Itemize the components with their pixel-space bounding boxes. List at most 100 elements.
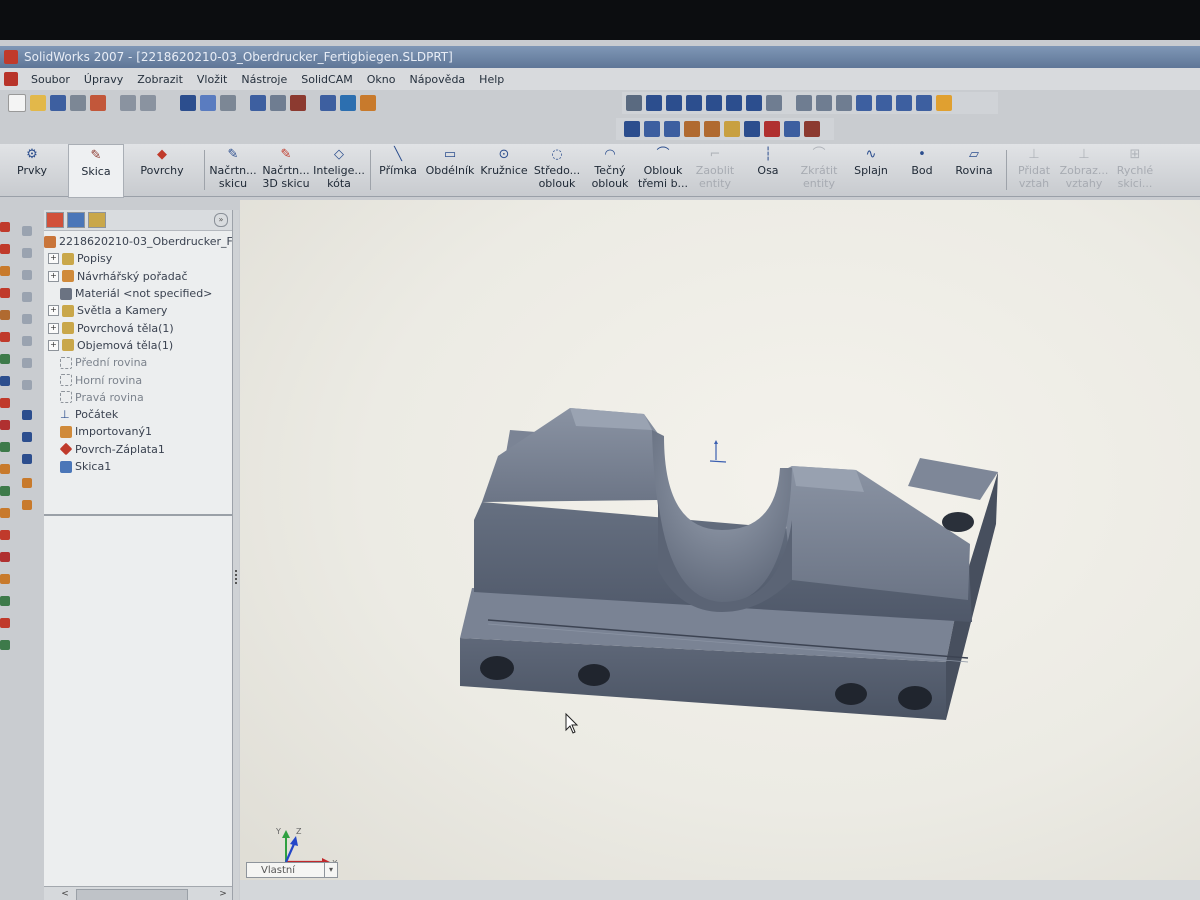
configuration-manager-tab-icon[interactable] [88,212,106,228]
rebuild-icon[interactable] [200,95,216,111]
shell-icon[interactable] [0,376,10,386]
print-icon[interactable] [70,95,86,111]
tree-root[interactable]: 2218620210-03_Oberdrucker_Fertigbiegen [44,233,232,250]
model-viewport[interactable]: X Y Z [240,200,1200,900]
feature-tree-tab-icon[interactable] [46,212,64,228]
wrap-icon[interactable] [0,530,10,540]
menu-insert[interactable]: Vložit [190,73,234,86]
line-side-icon[interactable] [22,292,32,302]
extrude-icon[interactable] [0,222,10,232]
shadows-icon[interactable] [896,95,912,111]
machined-part[interactable] [460,408,998,720]
sketch-check-icon[interactable] [704,121,720,137]
combine-icon[interactable] [0,596,10,606]
move-body-icon[interactable] [0,574,10,584]
expand-toggle[interactable]: + [48,305,59,317]
wireframe-icon[interactable] [796,95,812,111]
panel-splitter[interactable] [233,210,239,900]
standard-views-icon[interactable] [766,95,782,111]
add-relation-button[interactable]: ⊥ Přidat vztah [1010,148,1058,191]
scale-icon[interactable] [0,640,10,650]
help-icon[interactable] [340,95,356,111]
tree-item-solid-bodies[interactable]: + Objemová těla(1) [44,337,232,354]
select-arrow-icon[interactable] [180,95,196,111]
shaded-edges-icon[interactable] [856,95,872,111]
scroll-thumb[interactable] [76,889,188,900]
mirror-icon[interactable] [0,486,10,496]
undo-icon[interactable] [120,95,136,111]
plane-button[interactable]: ▱ Rovina [948,148,1000,178]
sketch-entity-icon[interactable] [644,121,660,137]
zoom-in-out-icon[interactable] [686,95,702,111]
tree-item-lights-cameras[interactable]: + Světla a Kamery [44,302,232,319]
point-button[interactable]: • Bod [902,148,942,178]
redo-icon[interactable] [140,95,156,111]
collapse-panel-icon[interactable]: » [214,213,228,227]
chevron-down-icon[interactable]: ▾ [324,863,337,877]
shaded-icon[interactable] [876,95,892,111]
smart-dimension-button[interactable]: ◇ Intelige... kóta [312,148,366,191]
sketch-trim-icon[interactable] [764,121,780,137]
new-document-icon[interactable] [8,94,26,112]
feature-manager-scrollbar[interactable]: < > [44,886,232,900]
rib-icon[interactable] [0,398,10,408]
layer-icon[interactable] [250,95,266,111]
realview-icon[interactable] [936,95,952,111]
sketch-2d-button[interactable]: ✎ Načrtn... skicu [207,148,259,191]
hidden-lines-visible-icon[interactable] [816,95,832,111]
menu-window[interactable]: Okno [360,73,403,86]
plane-side-icon[interactable] [22,454,32,464]
sketch-table-icon[interactable] [784,121,800,137]
tree-item-top-plane[interactable]: Horní rovina [44,371,232,388]
tree-item-material[interactable]: Materiál <not specified> [44,285,232,302]
save-icon[interactable] [50,95,66,111]
dimension-side-icon[interactable] [22,270,32,280]
sweep-icon[interactable] [0,266,10,276]
polygon-side-icon[interactable] [22,380,32,390]
tree-item-right-plane[interactable]: Pravá rovina [44,389,232,406]
expand-toggle[interactable]: + [48,339,59,351]
sketch-3d-button[interactable]: ✎ Načrtn... 3D skicu [260,148,312,191]
sketch-mirror-icon[interactable] [684,121,700,137]
tree-item-surface-bodies[interactable]: + Povrchová těla(1) [44,319,232,336]
fillet-side-icon[interactable] [22,500,32,510]
sketch-3d-side-icon[interactable] [22,248,32,258]
zoom-selection-icon[interactable] [706,95,722,111]
menu-help[interactable]: Help [472,73,511,86]
expand-toggle[interactable]: + [48,322,59,334]
scroll-right-icon[interactable]: > [216,888,230,900]
section-view-icon[interactable] [916,95,932,111]
zoom-fit-icon[interactable] [646,95,662,111]
app-menu-icon[interactable] [4,72,18,86]
rectangle-button[interactable]: ▭ Obdélník [424,148,476,178]
trim-entities-button[interactable]: ⌒ Zkrátit entity [794,148,844,191]
pan-icon[interactable] [746,95,762,111]
view-orientation-icon[interactable] [270,95,286,111]
zoom-area-icon[interactable] [666,95,682,111]
graphics-area[interactable]: X Y Z [240,200,1200,900]
menu-solidcam[interactable]: SolidCAM [294,73,360,86]
split-icon[interactable] [0,552,10,562]
menu-view[interactable]: Zobrazit [130,73,190,86]
menu-edit[interactable]: Úpravy [77,73,130,86]
circle-button[interactable]: ⊙ Kružnice [478,148,530,178]
tree-item-design-binder[interactable]: + Návrhářský pořadač [44,268,232,285]
open-folder-icon[interactable] [30,95,46,111]
menu-tools[interactable]: Nástroje [234,73,294,86]
loft-icon[interactable] [0,288,10,298]
tree-item-annotations[interactable]: + Popisy [44,250,232,267]
three-point-arc-button[interactable]: ⌒ Oblouk třemi b... [636,148,690,191]
line-button[interactable]: ╲ Přímka [376,148,420,178]
centerline-button[interactable]: ┆ Osa [746,148,790,178]
sketch-tool-icon[interactable] [290,95,306,111]
tree-item-surface-fill[interactable]: Povrch-Záplata1 [44,441,232,458]
tab-features[interactable]: ⚙ Prvky [6,144,58,196]
expand-toggle[interactable]: + [48,253,59,265]
repair-sketch-button[interactable]: ⊞ Rychlé skici... [1110,148,1160,191]
scroll-left-icon[interactable]: < [58,888,72,900]
menu-file[interactable]: Soubor [24,73,77,86]
tab-sketch[interactable]: ✎ Skica [68,144,124,198]
display-relations-button[interactable]: ⊥ Zobraz... vztahy [1058,148,1110,191]
sketch-icon[interactable] [22,226,32,236]
rect-side-icon[interactable] [22,314,32,324]
